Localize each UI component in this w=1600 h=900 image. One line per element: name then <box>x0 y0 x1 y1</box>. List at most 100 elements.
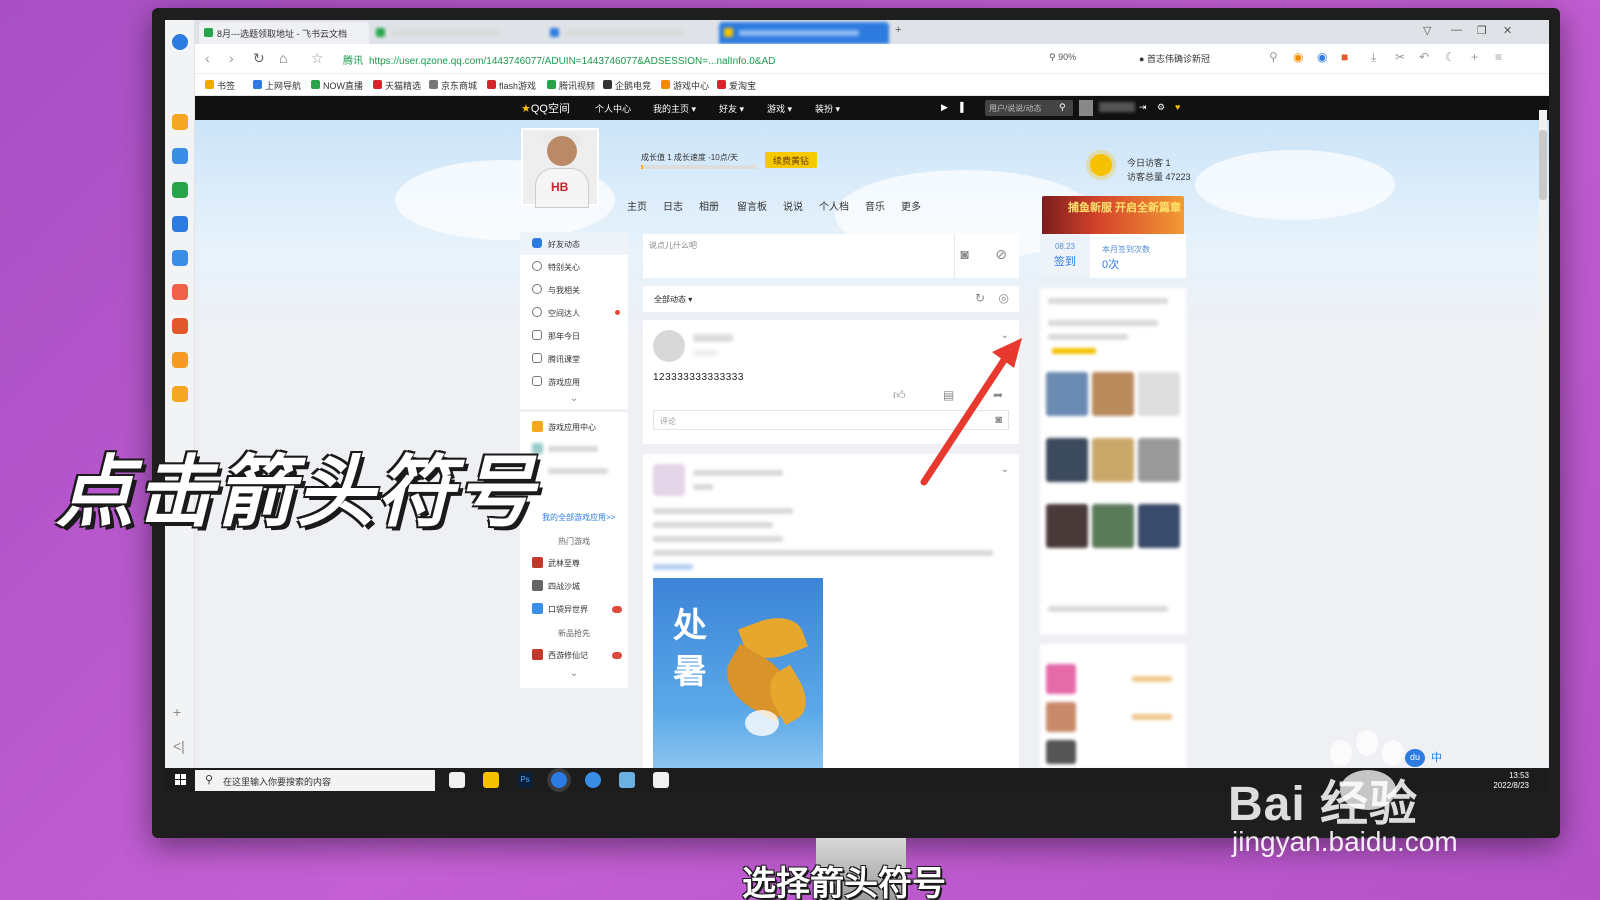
tab-qzone-active[interactable] <box>719 22 889 44</box>
clock-icon[interactable] <box>172 148 188 164</box>
game-center-link[interactable]: 游戏应用中心 <box>520 421 628 433</box>
renew-vip-button[interactable]: 续费黄钻 <box>765 152 817 168</box>
photo-thumb[interactable] <box>1092 504 1134 548</box>
tab-3[interactable] <box>545 22 715 44</box>
menu-friend-feed[interactable]: 好友动态 <box>520 232 628 255</box>
bookmark-item[interactable]: 爱淘宝 <box>717 79 756 92</box>
page-nav-blog[interactable]: 日志 <box>663 198 683 213</box>
bookmark-item[interactable]: 上网导航 <box>253 79 301 92</box>
post-author[interactable] <box>693 334 733 342</box>
restore-icon[interactable]: ❐ <box>1477 24 1487 37</box>
post-avatar[interactable] <box>653 330 685 362</box>
page-nav-music[interactable]: 音乐 <box>865 198 885 213</box>
menu-tencent-class[interactable]: 腾讯课堂 <box>520 347 628 370</box>
undo-icon[interactable]: ↶ <box>1419 50 1429 64</box>
wechat-icon[interactable] <box>172 182 188 198</box>
page-nav-album[interactable]: 相册 <box>699 198 719 213</box>
menu-special-care[interactable]: 特别关心 <box>520 255 628 278</box>
page-nav-home[interactable]: 主页 <box>627 198 647 213</box>
scrollbar-thumb[interactable] <box>1539 130 1547 200</box>
menu-space-star[interactable]: 空间达人 <box>520 301 628 324</box>
new-tab-icon[interactable]: + <box>895 24 901 36</box>
photo-thumb[interactable] <box>1138 504 1180 548</box>
night-mode-icon[interactable]: ☾ <box>1445 50 1456 64</box>
bookmark-item[interactable]: 腾讯视频 <box>547 79 595 92</box>
tab-feishu[interactable]: 8月---选题领取地址 - 飞书云文档 <box>199 22 369 44</box>
camera-icon[interactable]: ◙ <box>961 246 969 262</box>
star-icon[interactable]: ☆ <box>311 50 324 67</box>
office-app-icon[interactable] <box>653 772 669 788</box>
nav-my-home[interactable]: 我的主页 ▾ <box>653 102 696 115</box>
play-icon[interactable]: ▶ <box>941 102 948 113</box>
menu-game-apps[interactable]: 游戏应用 <box>520 370 628 393</box>
pdf-icon[interactable] <box>172 318 188 334</box>
browser-taskbar-icon[interactable] <box>551 772 567 788</box>
user-avatar[interactable] <box>1079 100 1093 116</box>
menu-related[interactable]: 与我相关 <box>520 278 628 301</box>
search-app-icon[interactable] <box>172 352 188 368</box>
bookmark-item[interactable]: 京东商城 <box>429 79 477 92</box>
bookmark-item[interactable]: 游戏中心 <box>661 79 709 92</box>
search-icon[interactable]: ⚲ <box>1269 50 1278 64</box>
page-nav-talk[interactable]: 说说 <box>783 198 803 213</box>
nav-personal-center[interactable]: 个人中心 <box>595 102 631 115</box>
settings-icon[interactable]: ◎ <box>999 291 1009 305</box>
photo-thumb[interactable] <box>1138 372 1180 416</box>
sign-in-button[interactable]: 08.23 签到 <box>1040 234 1090 278</box>
photo-thumb[interactable] <box>1046 438 1088 482</box>
minimize-icon[interactable]: — <box>1451 24 1462 36</box>
nav-games[interactable]: 游戏 ▾ <box>767 102 792 115</box>
video-icon[interactable] <box>172 284 188 300</box>
bookmark-item[interactable]: NOW直播 <box>311 79 363 92</box>
my-games-link[interactable]: 我的全部游戏应用>> <box>520 512 628 523</box>
page-nav-guestbook[interactable]: 留言板 <box>737 198 767 213</box>
globe-icon[interactable] <box>585 772 601 788</box>
blurred-link[interactable] <box>653 564 693 570</box>
share-icon[interactable]: ➦ <box>993 388 1003 402</box>
bookmark-item[interactable]: 企鹅电竞 <box>603 79 651 92</box>
photo-thumb[interactable] <box>1092 438 1134 482</box>
bookmark-item[interactable]: 书签 <box>205 79 235 92</box>
photo-thumb[interactable] <box>1046 372 1088 416</box>
game-icon[interactable]: ◉ <box>1293 50 1303 64</box>
heart-icon[interactable]: ♥ <box>1175 102 1180 112</box>
browser-logo-icon[interactable] <box>172 34 188 50</box>
comment-input[interactable]: 评论 ◙ <box>653 410 1009 430</box>
attach-icon[interactable]: ⊘ <box>995 246 1007 263</box>
post-image[interactable]: 处 暑 <box>653 578 823 768</box>
game-item[interactable]: 口袋异世界 <box>520 603 628 615</box>
scrollbar[interactable] <box>1539 110 1547 760</box>
store-icon[interactable] <box>449 772 465 788</box>
person-avatar[interactable] <box>1046 702 1076 732</box>
menu-icon[interactable]: ≡ <box>1495 50 1502 64</box>
url-input[interactable]: 腾讯 https://user.qzone.qq.com/1443746077/A… <box>343 52 775 67</box>
search-icon[interactable]: ⚲ <box>1059 102 1066 113</box>
zoom-level[interactable]: ⚲ 90% <box>1049 52 1076 63</box>
home-icon[interactable]: ⌂ <box>279 50 287 66</box>
nav-friends[interactable]: 好友 ▾ <box>719 102 744 115</box>
chevron-down-icon[interactable]: ⌄ <box>1001 464 1009 475</box>
bookmark-item[interactable]: flash游戏 <box>487 79 536 92</box>
refresh-icon[interactable]: ↻ <box>975 291 985 305</box>
post-author[interactable] <box>693 470 783 476</box>
nav-decorate[interactable]: 装扮 ▾ <box>815 102 840 115</box>
windows-start-icon[interactable] <box>175 774 187 786</box>
profile-avatar[interactable]: HB <box>521 128 599 208</box>
search-suggestion[interactable]: ● 首志伟确诊新冠 <box>1139 52 1210 65</box>
game-item[interactable]: 西游修仙记 <box>520 649 628 661</box>
close-icon[interactable]: ✕ <box>1503 24 1512 37</box>
post-avatar[interactable] <box>653 464 685 496</box>
chevron-down-icon[interactable]: ⌄ <box>520 668 628 684</box>
like-icon[interactable]: 👍︎ <box>893 388 906 403</box>
taskbar-clock[interactable]: 13:53 2022/8/23 <box>1493 771 1529 791</box>
menu-this-day[interactable]: 那年今日 <box>520 324 628 347</box>
bookmark-item[interactable]: 天猫精选 <box>373 79 421 92</box>
back-icon[interactable]: ‹ <box>205 50 210 66</box>
notes-app-icon[interactable] <box>619 772 635 788</box>
tab-2[interactable] <box>371 22 541 44</box>
qzone-logo[interactable]: ★QQ空间 <box>521 100 570 116</box>
ime-label[interactable]: 中 <box>1431 749 1442 765</box>
user-name[interactable] <box>1099 102 1135 112</box>
forward-icon[interactable]: › <box>229 50 234 66</box>
chevron-down-icon[interactable]: ⌄ <box>520 393 628 409</box>
